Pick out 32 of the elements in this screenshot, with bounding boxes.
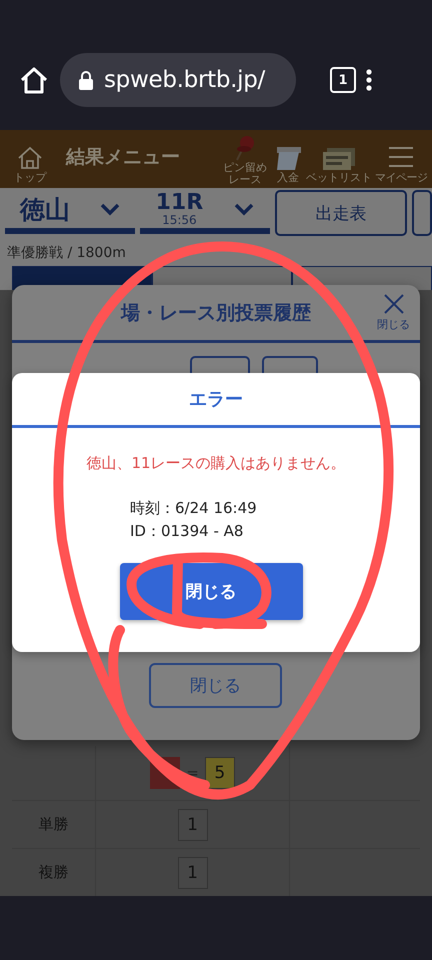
menu-title: 結果メニュー — [66, 145, 180, 170]
lock-icon — [78, 70, 94, 90]
race-dropdown[interactable]: 11R 15:56 — [140, 190, 270, 234]
url-text: spweb.brtb.jp/ — [104, 67, 265, 93]
race-time: 15:56 — [162, 214, 197, 226]
dialog-title: エラー — [189, 388, 243, 411]
nav-item[interactable]: ベットリスト — [306, 146, 372, 184]
menu-icon[interactable] — [366, 69, 372, 91]
tab-count-button[interactable]: 1 — [330, 67, 356, 93]
race-number: 11R — [156, 192, 204, 214]
close-icon — [382, 293, 404, 315]
home-icon[interactable] — [18, 65, 50, 95]
close-button[interactable]: 閉じる — [377, 293, 410, 332]
detail-line: ID：01394 - A8 — [130, 522, 244, 541]
number-box: 5 — [204, 757, 235, 789]
venue-dropdown[interactable]: 徳山 — [5, 190, 135, 234]
program-button[interactable]: 出走表 — [275, 190, 407, 236]
ticket-icon — [321, 146, 357, 172]
nav-item[interactable]: トップ — [10, 144, 50, 184]
nav-item[interactable]: 入金 — [270, 144, 306, 184]
card-icon — [274, 144, 302, 172]
partial-button[interactable] — [412, 190, 432, 236]
detail-line: 時刻：6/24 16:49 — [130, 499, 257, 518]
error-message: 徳山、11レースの購入はありません。 — [86, 454, 346, 473]
address-bar[interactable]: spweb.brtb.jp/ — [60, 53, 296, 107]
modal-title: 場・レース別投票履歴 — [121, 300, 311, 326]
chevron-down-icon — [100, 202, 120, 216]
chevron-down-icon — [234, 202, 254, 216]
home-icon — [16, 144, 44, 172]
nav-item[interactable]: マイページ — [372, 144, 430, 184]
close-button[interactable]: 閉じる — [149, 663, 282, 708]
nav-item[interactable]: ピン留めレース — [220, 134, 270, 186]
